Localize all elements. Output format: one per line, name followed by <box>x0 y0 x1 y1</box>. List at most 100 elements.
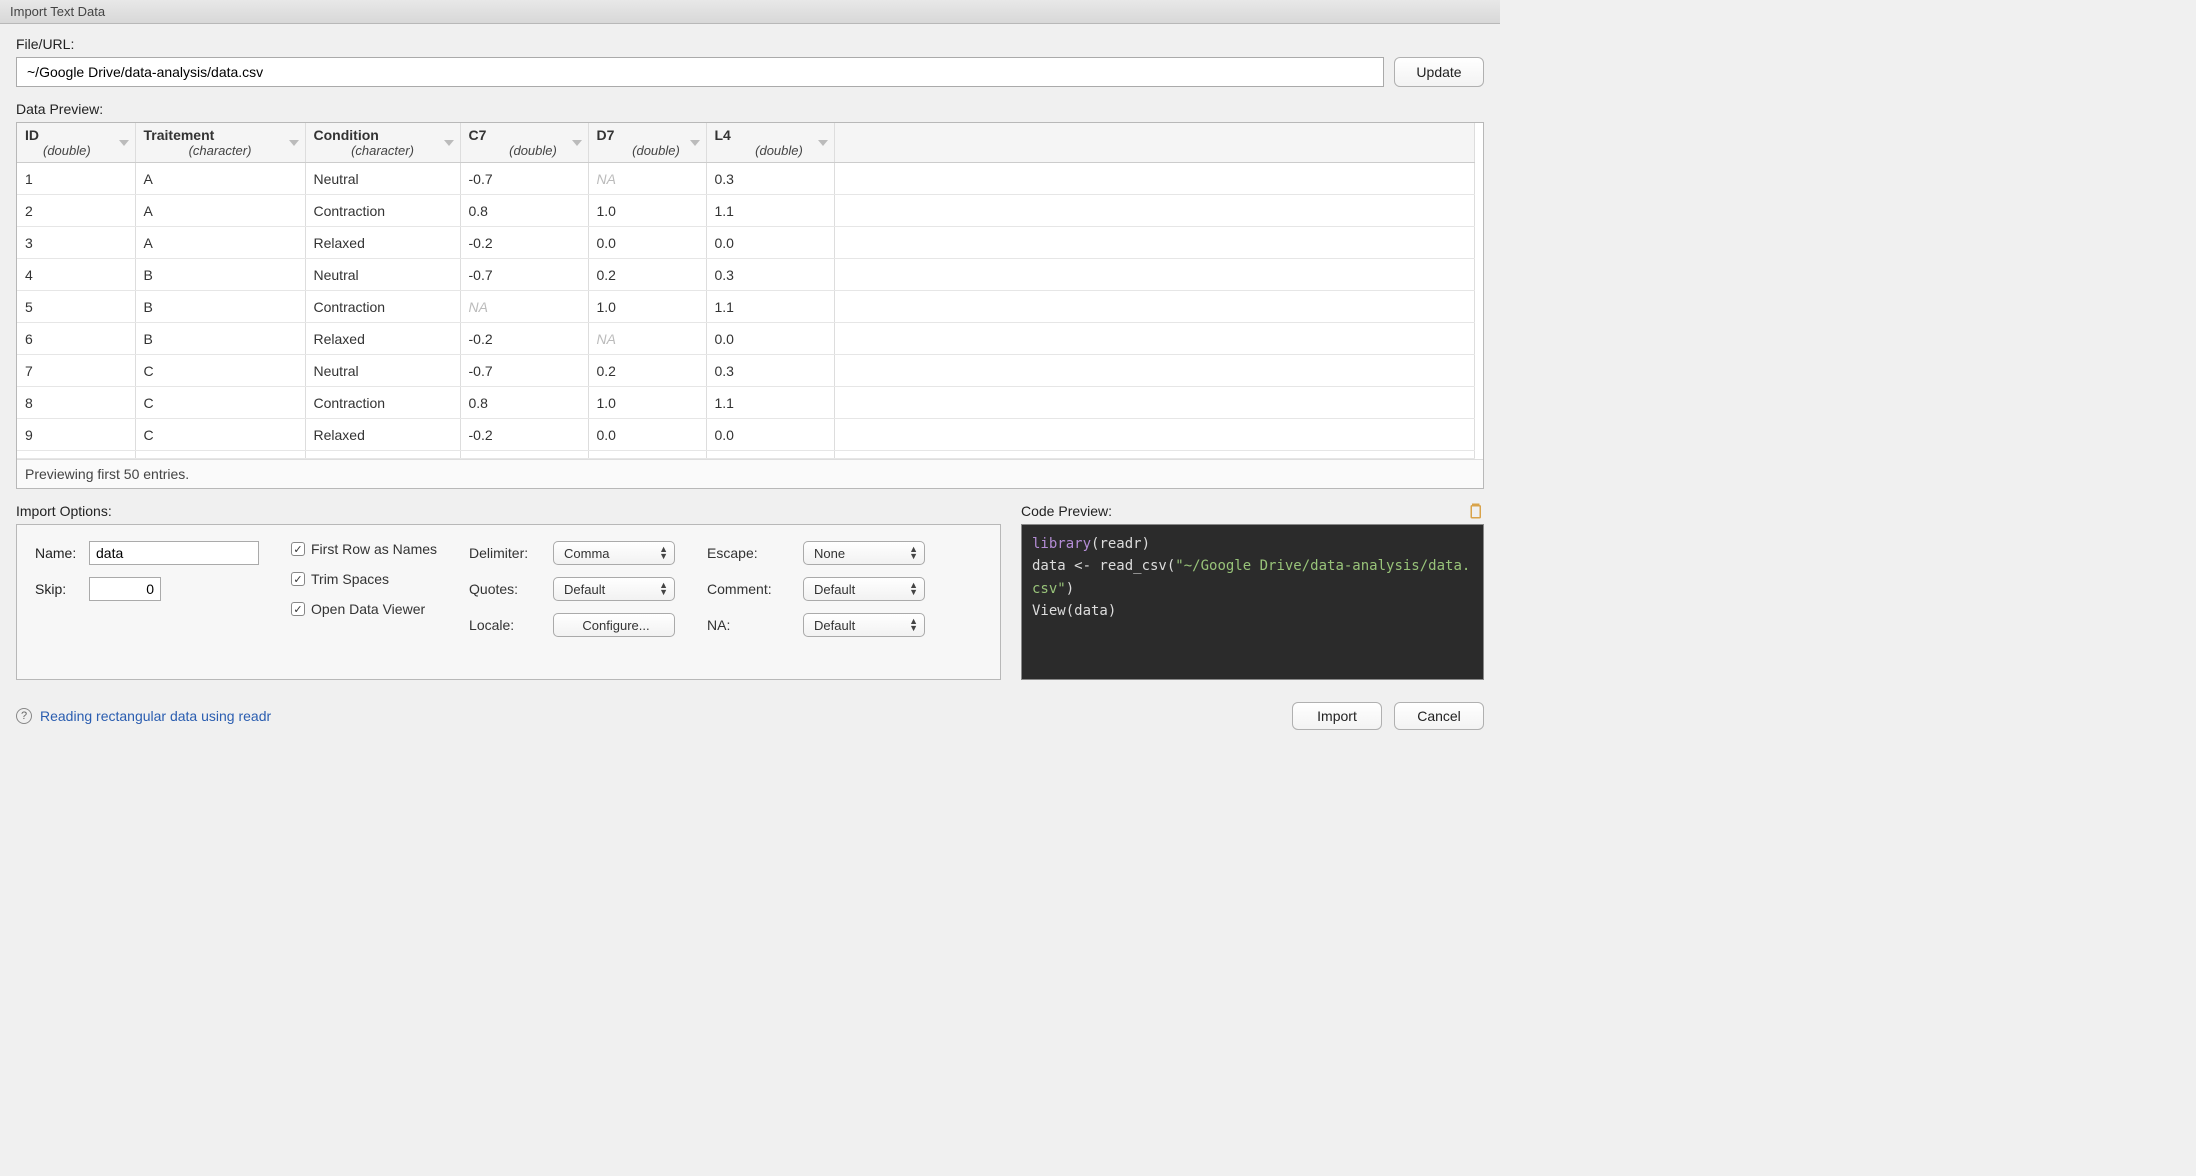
file-url-label: File/URL: <box>16 36 1484 52</box>
table-cell <box>135 451 305 459</box>
updown-icon: ▲▼ <box>909 582 918 596</box>
table-cell: NA <box>588 163 706 195</box>
data-preview-label: Data Preview: <box>16 101 1484 117</box>
skip-input[interactable] <box>89 577 161 601</box>
table-row: 5BContractionNA1.01.1 <box>17 291 1474 323</box>
check-icon: ✓ <box>291 542 305 556</box>
code-preview-box[interactable]: library(readr) data <- read_csv("~/Googl… <box>1021 524 1484 680</box>
table-cell-blank <box>834 419 1474 451</box>
table-row: 4BNeutral-0.70.20.3 <box>17 259 1474 291</box>
locale-configure-button[interactable]: Configure... <box>553 613 675 637</box>
column-header-traitement[interactable]: Traitement(character) <box>135 123 305 163</box>
updown-icon: ▲▼ <box>659 582 668 596</box>
update-button[interactable]: Update <box>1394 57 1484 87</box>
comment-label: Comment: <box>707 581 793 597</box>
table-cell: A <box>135 163 305 195</box>
table-cell: Contraction <box>305 291 460 323</box>
first-row-as-names-checkbox[interactable]: ✓ First Row as Names <box>291 541 437 557</box>
quotes-value: Default <box>564 582 605 597</box>
comment-value: Default <box>814 582 855 597</box>
na-select[interactable]: Default ▲▼ <box>803 613 925 637</box>
table-cell: 1.1 <box>706 195 834 227</box>
skip-label: Skip: <box>35 581 81 597</box>
table-cell: 0.2 <box>588 259 706 291</box>
updown-icon: ▲▼ <box>909 618 918 632</box>
table-cell: 1.0 <box>588 195 706 227</box>
chevron-down-icon[interactable] <box>444 140 454 146</box>
table-cell: C <box>135 355 305 387</box>
table-cell: 5 <box>17 291 135 323</box>
quotes-select[interactable]: Default ▲▼ <box>553 577 675 601</box>
column-header-d7[interactable]: D7(double) <box>588 123 706 163</box>
table-cell: C <box>135 387 305 419</box>
table-cell-blank <box>834 195 1474 227</box>
table-cell: 0.8 <box>460 195 588 227</box>
table-cell: B <box>135 291 305 323</box>
table-cell: 1.0 <box>588 291 706 323</box>
column-header-id[interactable]: ID(double) <box>17 123 135 163</box>
table-cell: 0.0 <box>706 227 834 259</box>
table-cell-blank <box>834 323 1474 355</box>
table-cell-blank <box>834 291 1474 323</box>
open-data-viewer-checkbox[interactable]: ✓ Open Data Viewer <box>291 601 437 617</box>
table-cell-blank <box>834 163 1474 195</box>
import-options-label: Import Options: <box>16 503 1001 519</box>
trim-spaces-checkbox[interactable]: ✓ Trim Spaces <box>291 571 437 587</box>
quotes-label: Quotes: <box>469 581 543 597</box>
table-cell: -0.7 <box>460 259 588 291</box>
table-cell: 6 <box>17 323 135 355</box>
table-cell-blank <box>834 387 1474 419</box>
table-cell <box>588 451 706 459</box>
table-cell: B <box>135 259 305 291</box>
table-cell: 0.0 <box>588 419 706 451</box>
table-cell: NA <box>588 323 706 355</box>
column-header-blank <box>834 123 1474 163</box>
table-cell: -0.2 <box>460 419 588 451</box>
table-cell: Contraction <box>305 195 460 227</box>
locale-label: Locale: <box>469 617 543 633</box>
file-url-input[interactable] <box>16 57 1384 87</box>
escape-label: Escape: <box>707 545 793 561</box>
escape-value: None <box>814 546 845 561</box>
check-icon: ✓ <box>291 572 305 586</box>
column-header-condition[interactable]: Condition(character) <box>305 123 460 163</box>
cancel-button[interactable]: Cancel <box>1394 702 1484 730</box>
name-input[interactable] <box>89 541 259 565</box>
table-cell: Contraction <box>305 387 460 419</box>
table-row: 9CRelaxed-0.20.00.0 <box>17 419 1474 451</box>
chevron-down-icon[interactable] <box>690 140 700 146</box>
chevron-down-icon[interactable] <box>818 140 828 146</box>
table-cell <box>305 451 460 459</box>
table-row <box>17 451 1474 459</box>
chevron-down-icon[interactable] <box>572 140 582 146</box>
first-row-as-names-label: First Row as Names <box>311 541 437 557</box>
table-row: 1ANeutral-0.7NA0.3 <box>17 163 1474 195</box>
table-cell: 1 <box>17 163 135 195</box>
clipboard-icon[interactable] <box>1466 501 1484 521</box>
table-row: 7CNeutral-0.70.20.3 <box>17 355 1474 387</box>
table-cell <box>460 451 588 459</box>
table-cell: 1.1 <box>706 387 834 419</box>
table-cell: C <box>135 419 305 451</box>
table-cell <box>17 451 135 459</box>
updown-icon: ▲▼ <box>659 546 668 560</box>
table-cell: B <box>135 323 305 355</box>
delimiter-select[interactable]: Comma ▲▼ <box>553 541 675 565</box>
column-header-l4[interactable]: L4(double) <box>706 123 834 163</box>
data-preview-panel: ID(double)Traitement(character)Condition… <box>16 122 1484 489</box>
table-cell-blank <box>834 355 1474 387</box>
help-icon[interactable]: ? <box>16 708 32 724</box>
import-button[interactable]: Import <box>1292 702 1382 730</box>
help-link[interactable]: Reading rectangular data using readr <box>40 708 271 724</box>
updown-icon: ▲▼ <box>909 546 918 560</box>
table-cell: 0.8 <box>460 387 588 419</box>
table-cell: 0.0 <box>588 227 706 259</box>
chevron-down-icon[interactable] <box>289 140 299 146</box>
table-cell-blank <box>834 227 1474 259</box>
chevron-down-icon[interactable] <box>119 140 129 146</box>
column-header-c7[interactable]: C7(double) <box>460 123 588 163</box>
escape-select[interactable]: None ▲▼ <box>803 541 925 565</box>
table-cell <box>834 451 1474 459</box>
comment-select[interactable]: Default ▲▼ <box>803 577 925 601</box>
table-cell: 2 <box>17 195 135 227</box>
